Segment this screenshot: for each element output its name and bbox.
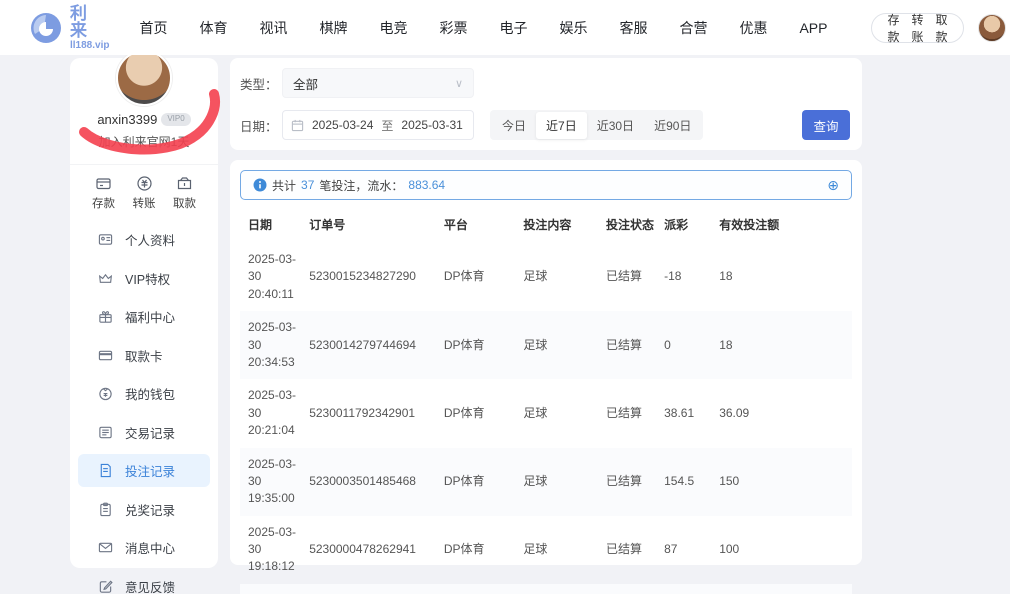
- brand-domain: ll188.vip: [70, 41, 109, 51]
- wallet-actions: 存款 转账 取款: [871, 13, 963, 43]
- summary-middle: 笔投注，流水：: [319, 177, 403, 194]
- sidebar-item-bet-records[interactable]: 投注记录: [78, 454, 210, 487]
- expand-plus-icon[interactable]: ⊕: [827, 177, 839, 194]
- clipboard-icon: [98, 502, 113, 517]
- sidebar: anxin3399 VIP0 加入利来官网1天 存款 转账 取款 个人资料 VI…: [70, 58, 218, 568]
- range-today-button[interactable]: 今日: [492, 112, 536, 139]
- withdraw-icon: [176, 175, 193, 192]
- quick-range-group: 今日 近7日 近30日 近90日: [490, 110, 703, 140]
- avatar[interactable]: [116, 50, 172, 106]
- sidebar-item-redeem-records[interactable]: 兑奖记录: [78, 493, 210, 526]
- sidebar-item-messages[interactable]: 消息中心: [78, 531, 210, 564]
- col-valid-amount: 有效投注额: [711, 206, 852, 243]
- summary-count: 37: [301, 178, 314, 192]
- type-select[interactable]: 全部 ∨: [282, 68, 474, 98]
- deposit-icon: [95, 175, 112, 192]
- sidebar-menu: 个人资料 VIP特权 福利中心 取款卡 我的钱包 交易记录 投注记录 兑奖记录: [70, 223, 218, 594]
- crown-icon: [98, 271, 113, 286]
- query-button[interactable]: 查询: [802, 110, 850, 140]
- filter-panel: 类型： 全部 ∨ 日期： 2025-03-24 至 2025-03-31 今日 …: [230, 58, 862, 150]
- date-range-picker[interactable]: 2025-03-24 至 2025-03-31: [282, 110, 474, 140]
- join-days-text: 加入利来官网1天: [70, 133, 218, 150]
- table-row: 2025-03-3019:35:00 5230003501485468 DP体育…: [240, 448, 852, 516]
- user-account[interactable]: anxin3399总资产：1363.49元 永久域名：ll188.vip | l…: [978, 0, 1010, 74]
- document-icon: [98, 463, 113, 478]
- chevron-down-icon: ∨: [455, 77, 463, 90]
- nav-item-partner[interactable]: 合营: [679, 18, 707, 38]
- sidebar-item-profile[interactable]: 个人资料: [78, 223, 210, 256]
- table-row: 2025-03-3020:34:53 5230014279744694 DP体育…: [240, 311, 852, 379]
- brand-logo-icon: [30, 12, 62, 44]
- sidebar-item-wallet[interactable]: 我的钱包: [78, 377, 210, 410]
- col-status: 投注状态: [598, 206, 656, 243]
- col-date: 日期: [240, 206, 301, 243]
- nav-item-promo[interactable]: 优惠: [739, 18, 767, 38]
- table-row: 2025-03-3019:18:12 5230000478262941 DP体育…: [240, 516, 852, 584]
- deposit-button[interactable]: 存款: [92, 175, 115, 211]
- deposit-link[interactable]: 存款: [887, 11, 899, 45]
- sidebar-item-withdraw-card[interactable]: 取款卡: [78, 339, 210, 372]
- withdraw-button[interactable]: 取款: [173, 175, 196, 211]
- brand-name: 利 来: [70, 5, 109, 39]
- calendar-icon: [291, 119, 304, 132]
- info-icon: [253, 178, 267, 192]
- transfer-link[interactable]: 转账: [912, 11, 924, 45]
- summary-turnover: 883.64: [408, 178, 445, 192]
- sidebar-item-welfare[interactable]: 福利中心: [78, 300, 210, 333]
- date-from[interactable]: 2025-03-24: [312, 118, 373, 132]
- list-icon: [98, 425, 113, 440]
- sidebar-item-transactions[interactable]: 交易记录: [78, 416, 210, 449]
- nav-item-slots[interactable]: 电子: [499, 18, 527, 38]
- bet-records-panel: 共计 37 笔投注，流水： 883.64 ⊕ 日期 订单号 平台 投注内容 投注…: [230, 160, 862, 565]
- range-30d-button[interactable]: 近30日: [587, 112, 644, 139]
- nav-item-entertainment[interactable]: 娱乐: [559, 18, 587, 38]
- id-card-icon: [98, 232, 113, 247]
- date-separator: 至: [381, 117, 393, 134]
- table-row: 2025-03-3020:40:11 5230015234827290 DP体育…: [240, 243, 852, 311]
- nav-item-lottery[interactable]: 彩票: [439, 18, 467, 38]
- date-label: 日期：: [240, 116, 282, 135]
- brand-logo[interactable]: 利 来 ll188.vip: [30, 5, 109, 51]
- vip-badge: VIP0: [161, 113, 190, 125]
- bank-card-icon: [98, 348, 113, 363]
- summary-bar: 共计 37 笔投注，流水： 883.64 ⊕: [240, 170, 852, 200]
- sidebar-item-vip[interactable]: VIP特权: [78, 262, 210, 295]
- col-payout: 派彩: [656, 206, 711, 243]
- gift-icon: [98, 309, 113, 324]
- nav-item-service[interactable]: 客服: [619, 18, 647, 38]
- type-select-value: 全部: [293, 74, 318, 93]
- top-nav: 利 来 ll188.vip 首页 体育 视讯 棋牌 电竞 彩票 电子 娱乐 客服…: [0, 0, 1010, 55]
- sidebar-item-feedback[interactable]: 意见反馈: [78, 570, 210, 594]
- feedback-icon: [98, 579, 113, 594]
- summary-prefix: 共计: [272, 177, 296, 194]
- nav-item-live[interactable]: 视讯: [259, 18, 287, 38]
- sidebar-quick-actions: 存款 转账 取款: [70, 164, 218, 211]
- nav-item-esports[interactable]: 电竞: [379, 18, 407, 38]
- wallet-icon: [98, 386, 113, 401]
- table-row: 2025-03-3020:21:04 5230011792342901 DP体育…: [240, 379, 852, 447]
- col-order: 订单号: [301, 206, 436, 243]
- withdraw-link[interactable]: 取款: [936, 11, 948, 45]
- range-90d-button[interactable]: 近90日: [644, 112, 701, 139]
- nav-item-app[interactable]: APP: [799, 20, 827, 36]
- avatar: [978, 14, 1006, 42]
- col-platform: 平台: [436, 206, 516, 243]
- nav-item-board-games[interactable]: 棋牌: [319, 18, 347, 38]
- date-to[interactable]: 2025-03-31: [401, 118, 462, 132]
- col-content: 投注内容: [515, 206, 598, 243]
- table-header-row: 日期 订单号 平台 投注内容 投注状态 派彩 有效投注额: [240, 206, 852, 243]
- mail-icon: [98, 540, 113, 555]
- type-label: 类型：: [240, 74, 282, 93]
- username: anxin3399: [97, 112, 157, 127]
- transfer-button[interactable]: 转账: [133, 175, 156, 211]
- transfer-icon: [136, 175, 153, 192]
- table-row: 2025-03-3019:02:02 5229997568754014 DP体育…: [240, 584, 852, 594]
- bet-records-table: 日期 订单号 平台 投注内容 投注状态 派彩 有效投注额 2025-03-302…: [240, 206, 852, 594]
- nav-item-sports[interactable]: 体育: [199, 18, 227, 38]
- nav-item-home[interactable]: 首页: [139, 18, 167, 38]
- range-7d-button[interactable]: 近7日: [536, 112, 587, 139]
- nav-menu: 首页 体育 视讯 棋牌 电竞 彩票 电子 娱乐 客服 合营 优惠 APP: [123, 18, 843, 38]
